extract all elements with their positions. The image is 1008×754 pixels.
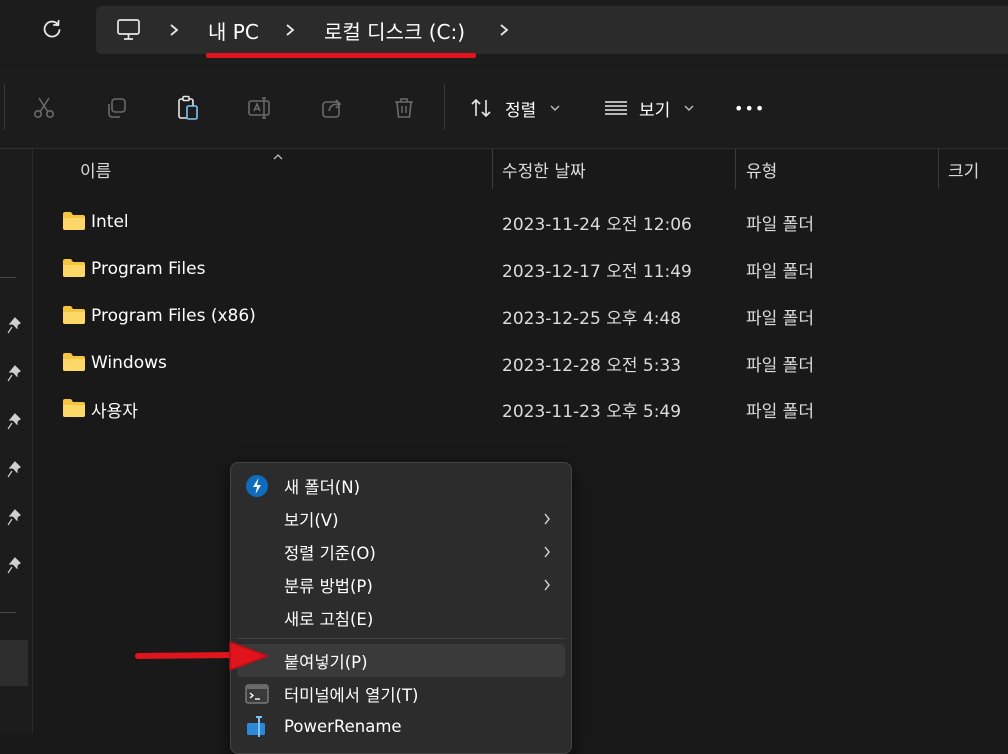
table-row[interactable]: Windows 2023-12-28 오전 5:33 파일 폴더 [60,340,1008,386]
file-date: 2023-12-25 오후 4:48 [502,308,682,329]
file-type: 파일 폴더 [746,355,814,376]
chevron-down-icon [550,88,560,128]
file-type: 파일 폴더 [746,214,814,235]
folder-icon [63,212,85,230]
file-name[interactable]: Program Files (x86) [91,293,256,339]
pin-icon[interactable] [6,413,24,431]
table-row[interactable]: Program Files 2023-12-17 오전 11:49 파일 폴더 [60,246,1008,292]
refresh-icon [43,19,61,38]
menu-item-view[interactable]: 보기(V) [237,502,565,535]
pin-icon[interactable] [6,365,24,383]
view-button[interactable]: 보기 [639,88,670,128]
nav-item-selected[interactable] [0,640,28,686]
pin-icon[interactable] [6,317,24,335]
context-menu: 새 폴더(N) 보기(V) 정렬 기준(O) 분류 방법(P) 새로 고침(E)… [230,462,572,754]
folder-icon [63,259,85,277]
view-icon [596,88,636,128]
chevron-right-icon [543,535,551,568]
chevron-right-icon [543,502,551,535]
highlight-underline [206,53,476,58]
file-type: 파일 폴더 [746,261,814,282]
menu-item-sort-by[interactable]: 정렬 기준(O) [237,535,565,568]
file-date: 2023-12-17 오전 11:49 [502,261,692,282]
breadcrumb[interactable]: 내 PC 로컬 디스크 (C:) [96,6,1008,54]
pin-icon[interactable] [6,557,24,575]
folder-icon [63,399,85,417]
table-row[interactable]: Program Files (x86) 2023-12-25 오후 4:48 파… [60,293,1008,339]
table-row[interactable]: Intel 2023-11-24 오전 12:06 파일 폴더 [60,199,1008,245]
menu-item-paste[interactable]: 붙여넣기(P) [237,644,565,677]
new-folder-icon [246,475,268,497]
file-name[interactable]: Program Files [91,246,205,292]
breadcrumb-my-pc[interactable]: 내 PC [208,6,259,54]
column-divider[interactable] [938,149,939,189]
chevron-down-icon [684,88,694,128]
trash-icon [395,98,413,118]
delete-button[interactable] [384,88,424,128]
rename-icon [248,97,270,119]
rename-button[interactable] [240,88,280,128]
more-options-button[interactable]: ••• [734,88,765,128]
terminal-icon [245,684,269,704]
copy-icon [108,98,126,118]
paste-button[interactable] [168,88,208,128]
file-date: 2023-11-23 오후 5:49 [502,401,682,422]
folder-icon [63,306,85,324]
chevron-right-icon [543,568,551,601]
file-name[interactable]: Windows [91,340,167,386]
sort-icon [462,88,502,128]
annotation-arrow-icon [135,641,269,671]
column-header-size[interactable]: 크기 [948,149,979,189]
sort-button[interactable]: 정렬 [505,88,536,128]
file-type: 파일 폴더 [746,401,814,422]
column-header-type[interactable]: 유형 [746,149,777,189]
nav-divider [0,277,16,278]
clipboard-icon [178,95,198,120]
toolbar-divider [444,84,445,130]
menu-item-refresh[interactable]: 새로 고침(E) [237,601,565,634]
refresh-button[interactable] [36,14,68,46]
column-divider[interactable] [735,149,736,189]
table-row[interactable]: 사용자 2023-11-23 오후 5:49 파일 폴더 [60,386,1008,432]
breadcrumb-local-disk[interactable]: 로컬 디스크 (C:) [324,6,465,54]
column-divider[interactable] [492,149,493,189]
share-icon [322,99,342,118]
column-header-name[interactable]: 이름 [80,149,111,189]
menu-item-powerrename[interactable]: PowerRename [237,710,565,743]
file-type: 파일 폴더 [746,308,814,329]
folder-icon [63,353,85,371]
menu-item-new-folder[interactable]: 새 폴더(N) [237,469,565,502]
pin-icon[interactable] [6,461,24,479]
menu-separator [237,638,565,639]
chevron-right-icon[interactable] [498,6,510,54]
chevron-right-icon[interactable] [284,6,296,54]
powerrename-icon [247,716,265,737]
file-date: 2023-11-24 오전 12:06 [502,214,692,235]
column-header-date[interactable]: 수정한 날짜 [502,149,586,189]
copy-button[interactable] [96,88,136,128]
computer-icon[interactable] [116,6,142,54]
pin-icon[interactable] [6,509,24,527]
menu-item-group-by[interactable]: 분류 방법(P) [237,568,565,601]
file-name[interactable]: 사용자 [91,386,138,432]
sort-ascending-icon [272,146,284,165]
file-date: 2023-12-28 오전 5:33 [502,355,682,376]
command-bar: 정렬 보기 ••• [0,66,1008,149]
scissors-icon [33,97,55,119]
share-button[interactable] [312,88,352,128]
file-name[interactable]: Intel [91,199,129,245]
nav-divider [0,612,16,613]
menu-item-open-terminal[interactable]: 터미널에서 열기(T) [237,677,565,710]
chevron-right-icon[interactable] [168,6,180,54]
cut-button[interactable] [24,88,64,128]
toolbar-divider [4,84,5,130]
